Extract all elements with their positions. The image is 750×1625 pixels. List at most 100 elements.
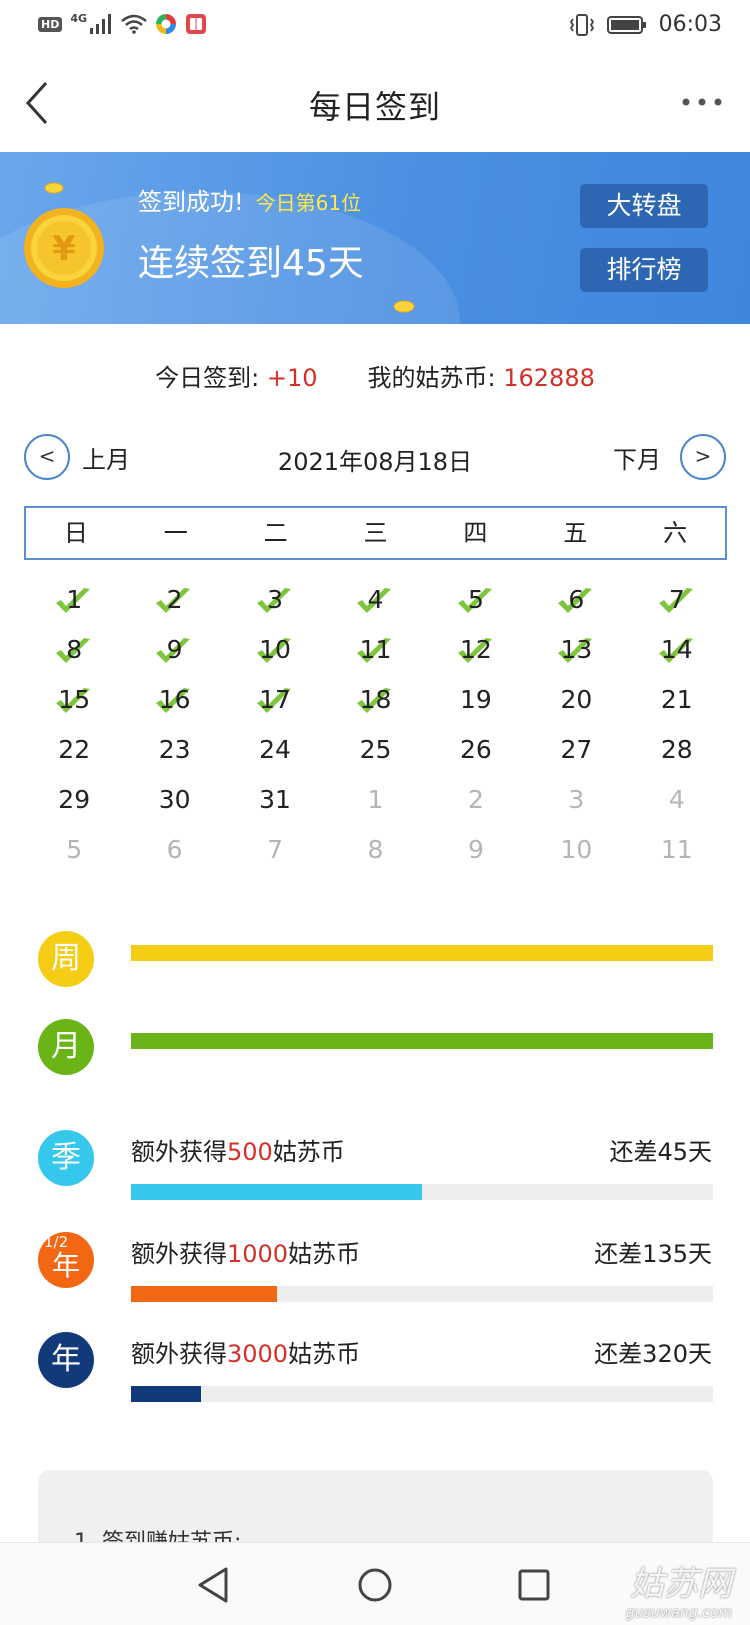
lucky-wheel-button[interactable]: 大转盘 xyxy=(580,184,708,228)
calendar-day-checked[interactable]: 18 xyxy=(325,675,425,725)
calendar-day[interactable]: 31 xyxy=(225,775,325,825)
calendar-day[interactable]: 4 xyxy=(627,775,727,825)
days-remaining: 还差135天 xyxy=(594,1240,712,1268)
calendar-day[interactable]: 1 xyxy=(325,775,425,825)
calendar-day-number: 16 xyxy=(158,685,191,714)
progress-row-half-year: 1/2 年 额外获得1000姑苏币 还差135天 xyxy=(0,1232,750,1302)
checkin-banner: ¥ 签到成功! 今日第61位 连续签到45天 大转盘 排行榜 xyxy=(0,152,750,324)
calendar-day-number: 30 xyxy=(158,785,191,814)
weekday-label: 三 xyxy=(363,519,388,547)
calendar-day-checked[interactable]: 6 xyxy=(526,575,626,625)
calendar-day-number: 31 xyxy=(259,785,291,814)
calendar-day[interactable]: 19 xyxy=(426,675,526,725)
calendar-day[interactable]: 29 xyxy=(24,775,124,825)
reward-suffix: 姑苏币 xyxy=(288,1240,361,1268)
calendar-day[interactable]: 25 xyxy=(325,725,425,775)
calendar-day-checked[interactable]: 1 xyxy=(24,575,124,625)
hd-indicator: HD xyxy=(38,16,63,32)
calendar-day-checked[interactable]: 14 xyxy=(627,625,727,675)
weekday-label: 四 xyxy=(463,519,488,547)
calendar-day[interactable]: 8 xyxy=(325,825,425,875)
reward-prefix: 额外获得 xyxy=(131,1138,227,1166)
calendar-day-number: 2 xyxy=(166,585,183,614)
calendar-day[interactable]: 22 xyxy=(24,725,124,775)
more-options-icon[interactable] xyxy=(680,92,724,112)
calendar-day-number: 19 xyxy=(460,685,492,714)
today-checkin-label: 今日签到: xyxy=(155,364,267,392)
calendar-day-checked[interactable]: 8 xyxy=(24,625,124,675)
reward-amount: 500 xyxy=(227,1138,273,1166)
calendar-day[interactable]: 9 xyxy=(426,825,526,875)
calendar-day-checked[interactable]: 17 xyxy=(225,675,325,725)
reward-prefix: 额外获得 xyxy=(131,1340,227,1368)
next-month-button[interactable]: > xyxy=(680,434,726,480)
half-year-badge: 1/2 年 xyxy=(38,1232,94,1288)
reward-prefix: 额外获得 xyxy=(131,1240,227,1268)
calendar-day-checked[interactable]: 12 xyxy=(426,625,526,675)
calendar-day[interactable]: 20 xyxy=(526,675,626,725)
back-triangle-icon[interactable] xyxy=(192,1563,236,1607)
calendar-day[interactable]: 2 xyxy=(426,775,526,825)
progress-fill xyxy=(131,1033,713,1049)
progress-row-month: 月 xyxy=(0,1019,750,1113)
calendar-day-number: 3 xyxy=(267,585,284,614)
calendar-day-checked[interactable]: 13 xyxy=(526,625,626,675)
calendar-day[interactable]: 30 xyxy=(124,775,224,825)
progress-row-week: 周 xyxy=(0,931,750,1025)
home-circle-icon[interactable] xyxy=(353,1563,397,1607)
recents-square-icon[interactable] xyxy=(512,1563,556,1607)
badge-label: 年 xyxy=(51,1249,80,1282)
progress-track xyxy=(131,945,713,961)
calendar-day[interactable]: 11 xyxy=(627,825,727,875)
calendar-day[interactable]: 27 xyxy=(526,725,626,775)
calendar-day-checked[interactable]: 11 xyxy=(325,625,425,675)
calendar-day-checked[interactable]: 9 xyxy=(124,625,224,675)
calendar-day[interactable]: 23 xyxy=(124,725,224,775)
calendar-day-number: 26 xyxy=(460,735,492,764)
my-coins-label: 我的姑苏币: xyxy=(367,364,504,392)
calendar-day[interactable]: 21 xyxy=(627,675,727,725)
calendar-day[interactable]: 6 xyxy=(124,825,224,875)
calendar-day-number: 4 xyxy=(367,585,384,614)
calendar-day[interactable]: 7 xyxy=(225,825,325,875)
calendar-day[interactable]: 5 xyxy=(24,825,124,875)
svg-text:¥: ¥ xyxy=(52,229,76,269)
calendar-day-checked[interactable]: 10 xyxy=(225,625,325,675)
calendar-day-number: 21 xyxy=(660,685,693,714)
progress-row-year: 年 额外获得3000姑苏币 还差320天 xyxy=(0,1332,750,1402)
calendar-day-checked[interactable]: 2 xyxy=(124,575,224,625)
calendar-day-number: 2 xyxy=(467,785,484,814)
calendar-day-number: 10 xyxy=(259,635,291,664)
checkin-streak-text: 连续签到45天 xyxy=(138,243,364,284)
calendar-day-number: 25 xyxy=(359,735,392,764)
reward-suffix: 姑苏币 xyxy=(272,1138,345,1166)
calendar-day-number: 1 xyxy=(367,785,384,814)
calendar-day-number: 20 xyxy=(560,685,593,714)
calendar-day-checked[interactable]: 3 xyxy=(225,575,325,625)
calendar-day[interactable]: 10 xyxy=(526,825,626,875)
calendar-day[interactable]: 24 xyxy=(225,725,325,775)
status-left: HD 4G xyxy=(38,12,207,35)
progress-fill xyxy=(131,1286,277,1302)
calendar-day[interactable]: 26 xyxy=(426,725,526,775)
calendar-day-checked[interactable]: 5 xyxy=(426,575,526,625)
calendar-day-number: 6 xyxy=(568,585,585,614)
calendar-day-number: 1 xyxy=(66,585,83,614)
calendar-day-checked[interactable]: 4 xyxy=(325,575,425,625)
calendar-day-number: 10 xyxy=(560,835,593,864)
calendar-grid: 1 2 3 4 5 6 7 8 9 10 11 12 13 14 15 16 17 18 19 20 21 22 23 24 2… xyxy=(24,575,727,875)
calendar-day-number: 18 xyxy=(359,685,392,714)
month-navigation: < 上月 2021年08月18日 下月 > xyxy=(0,432,750,482)
calendar-day[interactable]: 28 xyxy=(627,725,727,775)
calendar-day-checked[interactable]: 16 xyxy=(124,675,224,725)
calendar-day-checked[interactable]: 7 xyxy=(627,575,727,625)
reward-text: 额外获得1000姑苏币 xyxy=(131,1234,360,1269)
status-right: 06:03 xyxy=(569,12,722,37)
calendar-day-number: 5 xyxy=(66,835,83,864)
calendar-day-checked[interactable]: 15 xyxy=(24,675,124,725)
reward-suffix: 姑苏币 xyxy=(288,1340,361,1368)
calendar-day[interactable]: 3 xyxy=(526,775,626,825)
ranking-button[interactable]: 排行榜 xyxy=(580,248,708,292)
weekday-label: 五 xyxy=(563,519,588,547)
next-month-label[interactable]: 下月 xyxy=(613,440,661,475)
